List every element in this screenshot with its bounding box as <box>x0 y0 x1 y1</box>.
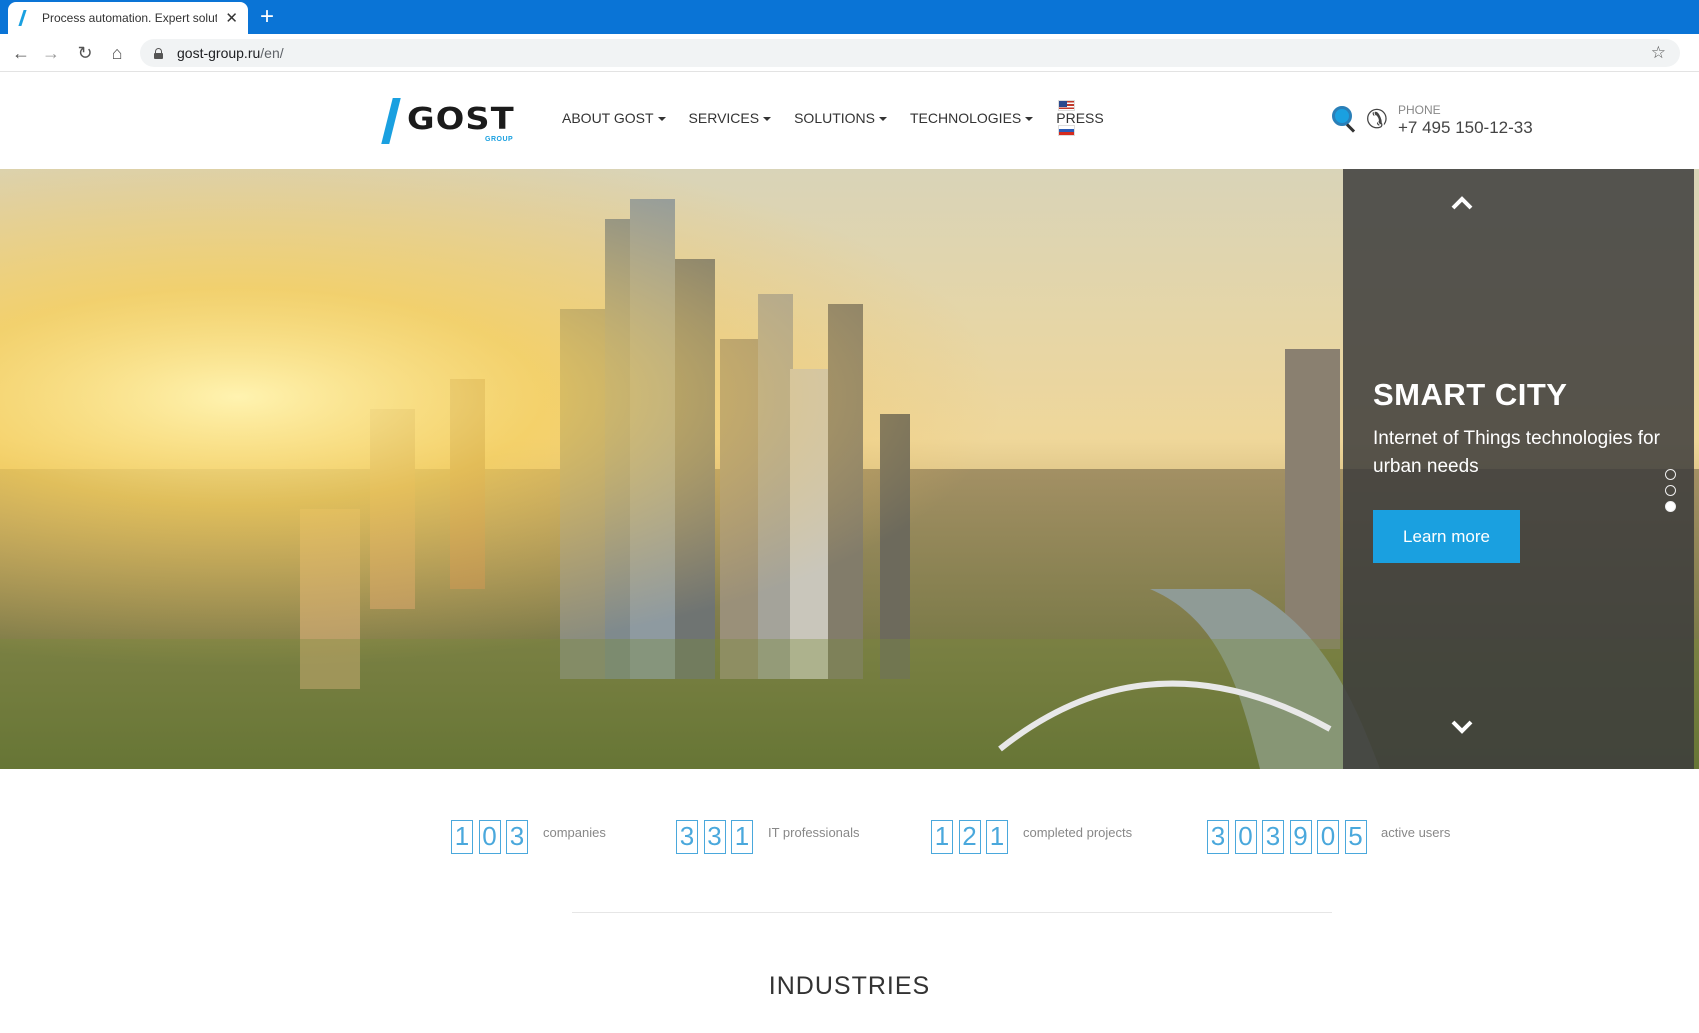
english-flag-icon[interactable] <box>1058 100 1075 111</box>
counter-digit: 1 <box>986 820 1008 854</box>
phone-icon: ✆ <box>1366 104 1388 134</box>
slider-up-icon[interactable] <box>1450 191 1474 215</box>
caret-down-icon <box>1025 117 1034 122</box>
logo-slash-icon <box>381 98 401 144</box>
hero-subtitle: Internet of Things technologies for urba… <box>1373 428 1660 477</box>
logo-subtext: GROUP <box>485 136 514 143</box>
home-icon[interactable]: ⌂ <box>106 42 128 64</box>
address-bar[interactable]: gost-group.ru/en/ ☆ <box>140 39 1680 67</box>
lock-icon <box>154 47 163 59</box>
slider-dot-3[interactable] <box>1665 501 1676 512</box>
caret-down-icon <box>879 117 887 122</box>
counter-digit: 9 <box>1289 820 1312 854</box>
counter-digit: 2 <box>958 820 981 854</box>
new-tab-button[interactable]: + <box>260 4 274 30</box>
counter-digit: 1 <box>451 820 473 854</box>
counter-digit: 1 <box>931 820 953 854</box>
hero-slider: SMART CITY Internet of Things technologi… <box>0 169 1699 769</box>
forward-icon[interactable]: → <box>40 42 62 64</box>
counter-digit: 0 <box>1234 820 1257 854</box>
stat-it-professionals: 3 3 1 <box>676 820 759 854</box>
stat-label: companies <box>543 825 606 840</box>
stat-label: completed projects <box>1023 825 1133 840</box>
back-icon[interactable]: ← <box>10 42 32 64</box>
counter-digit: 3 <box>1262 820 1284 854</box>
caret-down-icon <box>763 117 772 122</box>
nav-services[interactable]: SERVICES <box>689 110 772 126</box>
nav-solutions[interactable]: SOLUTIONS <box>794 110 887 126</box>
phone-label: PHONE <box>1398 103 1441 117</box>
main-nav: ABOUT GOST SERVICES SOLUTIONS TECHNOLOGI… <box>562 110 1127 126</box>
industries-heading: INDUSTRIES <box>768 972 931 1000</box>
browser-tab[interactable]: Process automation. Expert solut ✕ <box>8 2 248 34</box>
stat-label: IT professionals <box>768 825 860 840</box>
counter-digit: 3 <box>1207 820 1229 854</box>
slider-down-icon[interactable] <box>1450 715 1474 739</box>
bookmark-star-icon[interactable]: ☆ <box>1651 43 1666 63</box>
counter-digit: 3 <box>703 820 726 854</box>
slider-dot-1[interactable] <box>1665 469 1676 480</box>
stats-counters: 1 0 3 companies 3 3 1 IT professionals 1… <box>0 820 1699 880</box>
reload-icon[interactable]: ↻ <box>74 42 96 64</box>
nav-technologies[interactable]: TECHNOLOGIES <box>910 110 1034 126</box>
stat-label: active users <box>1381 825 1451 840</box>
gost-logo[interactable]: GOST GROUP <box>381 96 523 146</box>
russian-flag-icon[interactable] <box>1058 125 1075 136</box>
hero-title: SMART CITY <box>1373 377 1568 412</box>
tab-title: Process automation. Expert solut <box>42 11 218 25</box>
learn-more-button[interactable]: Learn more <box>1373 510 1520 563</box>
stat-completed-projects: 1 2 1 <box>931 820 1014 854</box>
close-tab-icon[interactable]: ✕ <box>225 9 238 27</box>
url-text: gost-group.ru/en/ <box>177 45 284 61</box>
site-header: GOST GROUP ABOUT GOST SERVICES SOLUTIONS… <box>0 72 1699 169</box>
nav-press[interactable]: PRESS <box>1056 110 1103 126</box>
counter-digit: 0 <box>1317 820 1339 854</box>
caret-down-icon <box>657 117 666 122</box>
counter-digit: 3 <box>676 820 698 854</box>
counter-digit: 0 <box>478 820 501 854</box>
counter-digit: 5 <box>1344 820 1367 854</box>
stat-companies: 1 0 3 <box>451 820 534 854</box>
counter-digit: 3 <box>506 820 528 854</box>
search-icon[interactable] <box>1332 106 1356 134</box>
phone-number[interactable]: +7 495 150-12-33 <box>1398 118 1533 138</box>
section-divider <box>572 912 1332 913</box>
favicon-icon <box>18 10 28 26</box>
stat-active-users: 3 0 3 9 0 5 <box>1207 820 1372 854</box>
nav-about[interactable]: ABOUT GOST <box>562 110 666 126</box>
counter-digit: 1 <box>731 820 753 854</box>
browser-toolbar: ← → ↻ ⌂ gost-group.ru/en/ ☆ <box>0 34 1699 72</box>
slider-dot-2[interactable] <box>1665 485 1676 496</box>
browser-tab-bar: Process automation. Expert solut ✕ + <box>0 0 1699 34</box>
logo-text: GOST <box>407 102 515 137</box>
